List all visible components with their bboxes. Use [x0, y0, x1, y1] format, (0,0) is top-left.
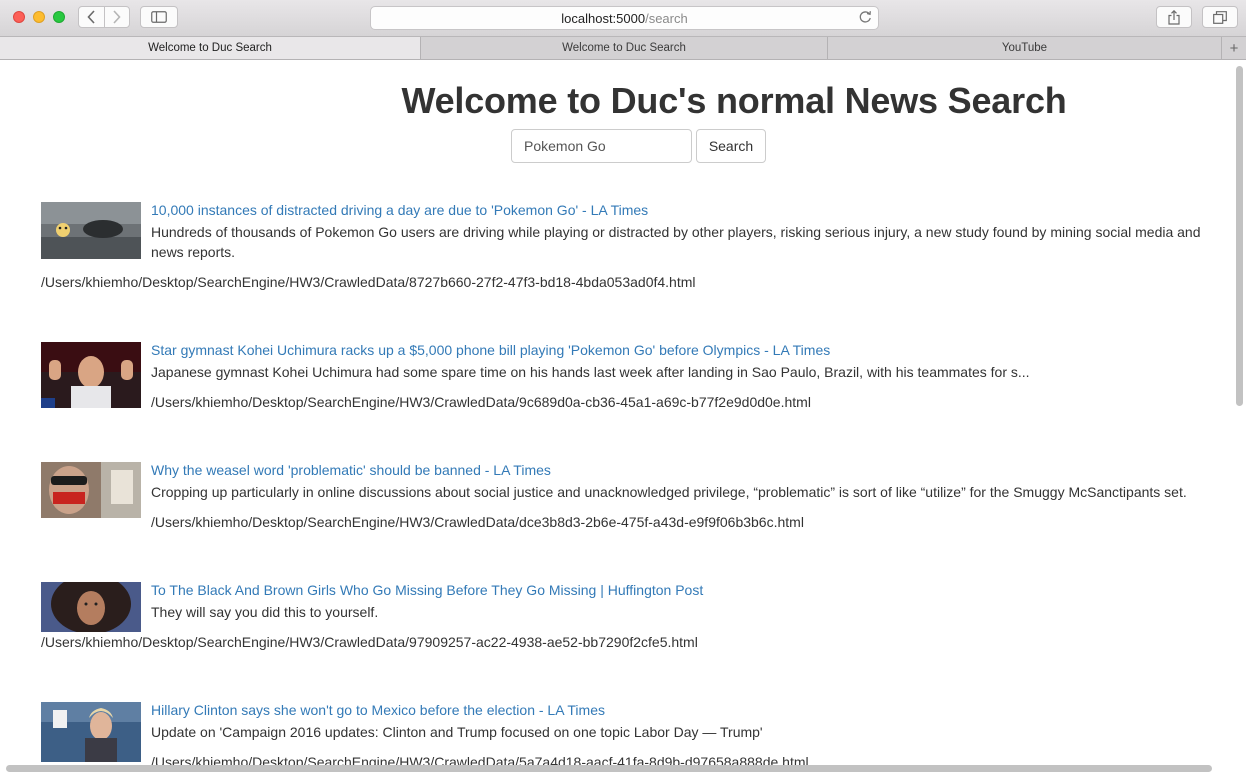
result-snippet: They will say you did this to yourself.: [151, 604, 379, 620]
page-viewport: Welcome to Duc's normal News Search Sear…: [0, 60, 1246, 776]
result-snippet: Japanese gymnast Kohei Uchimura had some…: [151, 364, 1030, 380]
tab-bar: Welcome to Duc Search Welcome to Duc Sea…: [0, 37, 1246, 60]
tab-youtube[interactable]: YouTube: [828, 37, 1222, 59]
result-snippet: Cropping up particularly in online discu…: [151, 484, 1187, 500]
result-snippet: Update on 'Campaign 2016 updates: Clinto…: [151, 724, 763, 740]
search-button[interactable]: Search: [696, 129, 766, 163]
horizontal-scrollbar-thumb[interactable]: [6, 765, 1212, 772]
result-title-link[interactable]: 10,000 instances of distracted driving a…: [151, 202, 648, 218]
tab-label: Welcome to Duc Search: [562, 42, 686, 54]
result-thumbnail[interactable]: [41, 462, 141, 518]
vertical-scrollbar-thumb[interactable]: [1236, 66, 1243, 406]
close-window-button[interactable]: [13, 11, 25, 23]
window-titlebar: localhost:5000/search: [0, 0, 1246, 37]
page-title: Welcome to Duc's normal News Search: [401, 80, 1067, 121]
reload-button[interactable]: [859, 10, 872, 27]
forward-button[interactable]: [105, 7, 130, 27]
share-icon: [1168, 9, 1180, 25]
tab-label: YouTube: [1001, 42, 1048, 54]
result-file-path: /Users/khiemho/Desktop/SearchEngine/HW3/…: [41, 634, 698, 650]
zoom-window-button[interactable]: [53, 11, 65, 23]
back-button[interactable]: [79, 7, 105, 27]
result-file-path: /Users/khiemho/Desktop/SearchEngine/HW3/…: [151, 514, 804, 530]
result-title-link[interactable]: Hillary Clinton says she won't go to Mex…: [151, 702, 605, 718]
result-title-link[interactable]: To The Black And Brown Girls Who Go Miss…: [151, 582, 703, 598]
sidebar-icon: [151, 11, 167, 23]
result-file-path: /Users/khiemho/Desktop/SearchEngine/HW3/…: [151, 394, 811, 410]
result-thumbnail[interactable]: [41, 342, 141, 408]
tab-label: Welcome to Duc Search: [148, 42, 272, 54]
tab-welcome-active[interactable]: Welcome to Duc Search: [0, 37, 421, 59]
result-title-link[interactable]: Star gymnast Kohei Uchimura racks up a $…: [151, 342, 830, 358]
sidebar-toggle-button[interactable]: [140, 6, 178, 28]
result-thumbnail[interactable]: [41, 702, 141, 762]
new-tab-button[interactable]: +: [1222, 37, 1246, 59]
result-file-path: /Users/khiemho/Desktop/SearchEngine/HW3/…: [41, 274, 696, 290]
address-bar[interactable]: localhost:5000/search: [370, 6, 879, 30]
search-input[interactable]: [511, 129, 692, 163]
result-thumbnail[interactable]: [41, 202, 141, 259]
reload-icon: [859, 11, 871, 23]
tab-overview-button[interactable]: [1202, 6, 1238, 28]
tab-overview-icon: [1213, 10, 1227, 24]
url-path: /search: [645, 10, 688, 26]
result-thumbnail[interactable]: [41, 582, 141, 632]
chevron-right-icon: [113, 10, 121, 24]
result-title-link[interactable]: Why the weasel word 'problematic' should…: [151, 462, 551, 478]
url-host: localhost:5000: [561, 10, 646, 26]
chevron-left-icon: [87, 10, 95, 24]
tab-welcome[interactable]: Welcome to Duc Search: [421, 37, 828, 59]
minimize-window-button[interactable]: [33, 11, 45, 23]
result-snippet: Hundreds of thousands of Pokemon Go user…: [151, 224, 1201, 260]
plus-icon: +: [1229, 39, 1239, 57]
share-button[interactable]: [1156, 6, 1192, 28]
history-navigation: [78, 6, 130, 28]
